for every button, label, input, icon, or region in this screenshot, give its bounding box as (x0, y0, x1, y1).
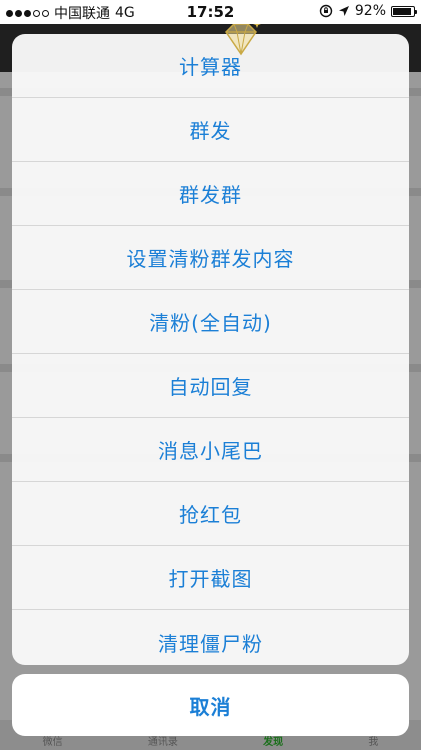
status-right: 92% (319, 3, 417, 19)
action-clean-fans-auto[interactable]: 清粉(全自动) (12, 290, 409, 354)
action-grab-red-packet[interactable]: 抢红包 (12, 482, 409, 546)
action-mass-send[interactable]: 群发 (12, 98, 409, 162)
action-set-clean-fans-message[interactable]: 设置清粉群发内容 (12, 226, 409, 290)
action-calculator[interactable]: 计算器 (12, 34, 409, 98)
action-mass-send-groups[interactable]: 群发群 (12, 162, 409, 226)
action-open-screenshot[interactable]: 打开截图 (12, 546, 409, 610)
battery-percent: 92% (354, 3, 386, 19)
battery-fill (393, 7, 412, 15)
location-arrow-icon (338, 6, 349, 16)
action-clean-zombie-fans[interactable]: 清理僵尸粉 (12, 610, 409, 665)
cancel-button[interactable]: 取消 (12, 674, 409, 736)
action-sheet: 计算器 群发 群发群 设置清粉群发内容 清粉(全自动) 自动回复 消息小尾巴 抢… (12, 34, 409, 665)
orientation-lock-icon (319, 4, 333, 18)
action-auto-reply[interactable]: 自动回复 (12, 354, 409, 418)
battery-icon (391, 5, 417, 17)
diamond-icon (225, 20, 261, 56)
action-message-tail[interactable]: 消息小尾巴 (12, 418, 409, 482)
status-bar: 中国联通 4G 17:52 92% (0, 0, 421, 24)
